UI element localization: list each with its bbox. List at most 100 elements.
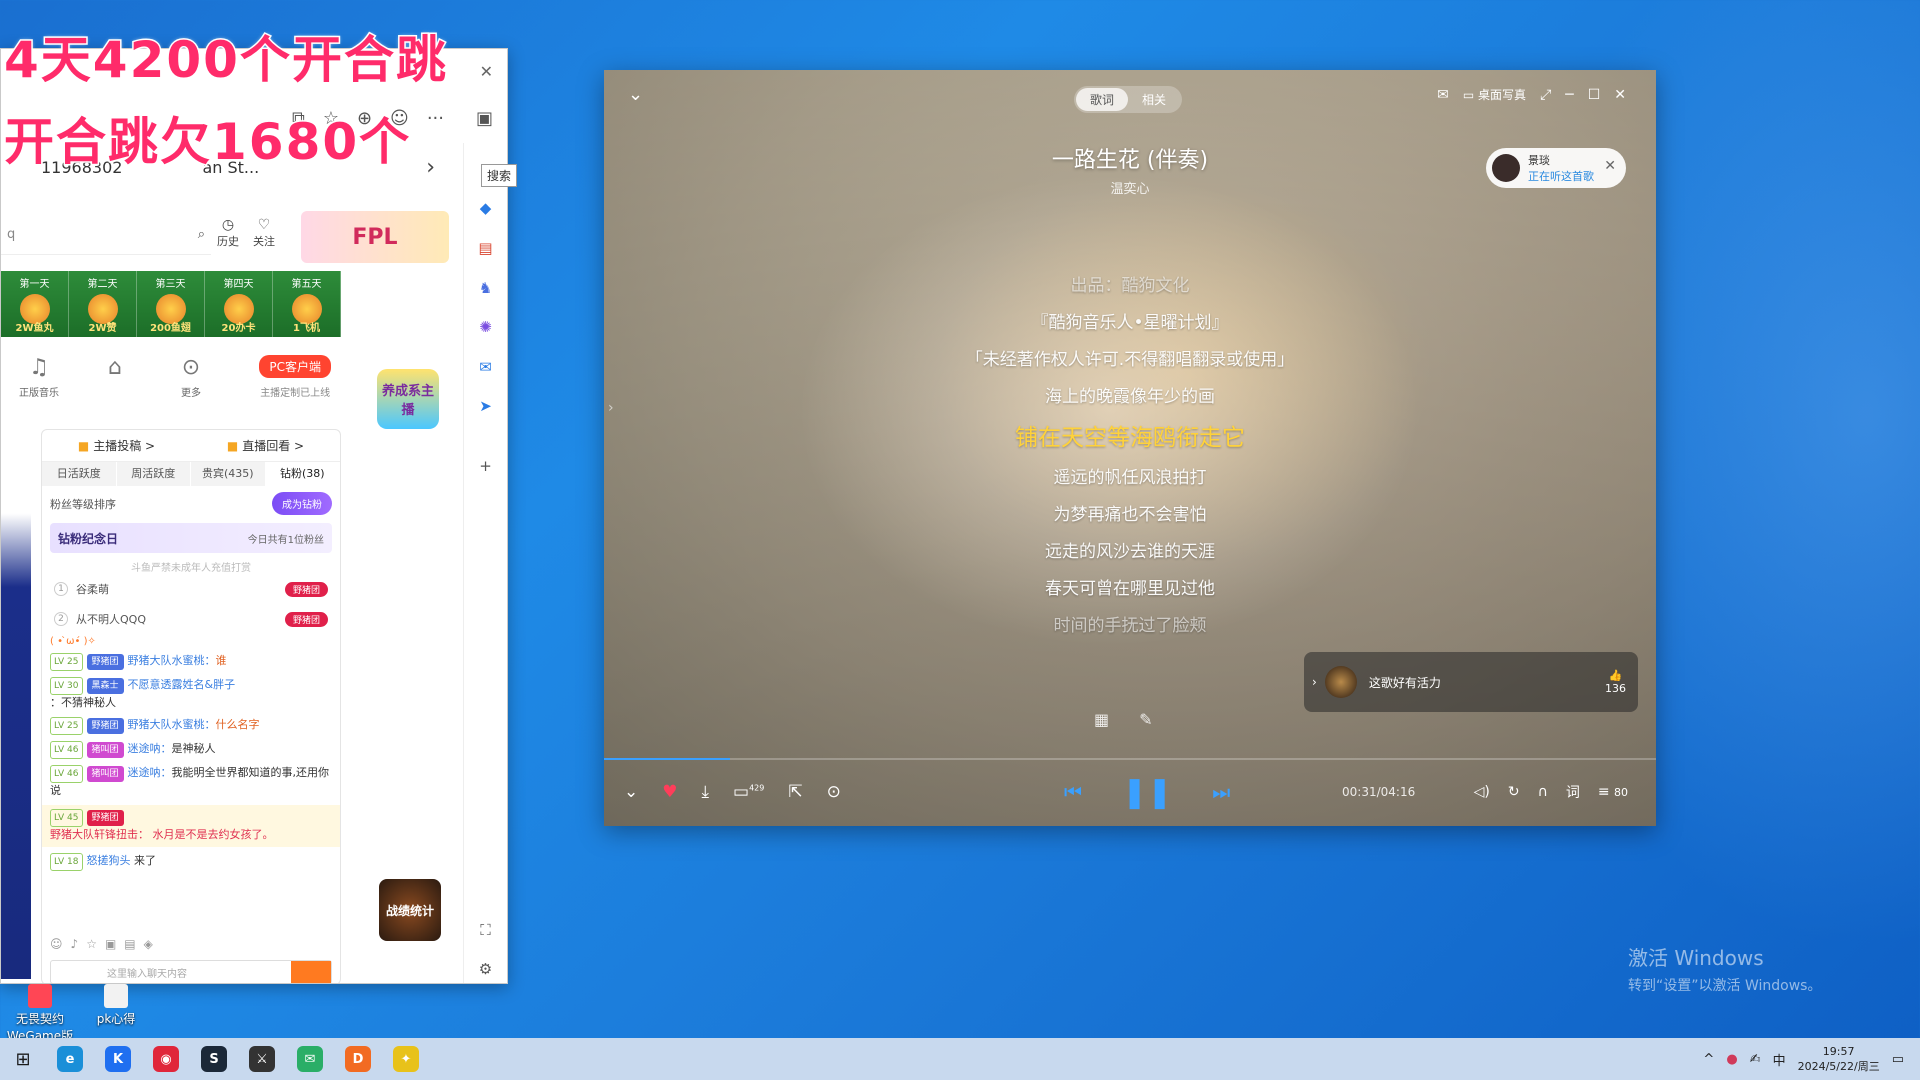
taskbar-app[interactable]: ✉	[286, 1038, 334, 1080]
toolbox-icon[interactable]: ▤	[472, 234, 500, 262]
pen-icon[interactable]: ✍	[1750, 1052, 1761, 1067]
volume-icon[interactable]: ◁)	[1474, 784, 1490, 800]
minimize-icon[interactable]: ─	[1565, 87, 1573, 103]
chevron-right-icon[interactable]: ›	[426, 155, 435, 180]
close-icon[interactable]: ✕	[1614, 87, 1626, 103]
more-icon[interactable]: ···	[427, 108, 444, 129]
lyric-line[interactable]: 遥远的帆任风浪拍打	[604, 460, 1656, 497]
taskbar-app[interactable]: ◉	[142, 1038, 190, 1080]
fan-sort-label[interactable]: 粉丝等级排序	[50, 496, 116, 512]
progress-bar[interactable]	[604, 758, 1656, 760]
image-icon[interactable]: ▣	[105, 937, 116, 951]
copilot-icon[interactable]: ✺	[472, 313, 500, 341]
chess-icon[interactable]: ♞	[472, 274, 500, 302]
checkin-day[interactable]: 第三天 200鱼翅	[137, 271, 205, 337]
tab-lyrics[interactable]: 歌词	[1076, 88, 1129, 111]
screenshot-icon[interactable]: ⛶	[472, 916, 500, 944]
lyric-line[interactable]: 为梦再痛也不会害怕	[604, 497, 1656, 534]
rank-item[interactable]: 2 从不明人QQQ 野猪团	[42, 604, 340, 634]
windows-start-icon[interactable]: ⊞	[0, 1038, 46, 1080]
comment-likes[interactable]: 👍 136	[1605, 669, 1626, 695]
more-icon[interactable]: ⊙	[827, 782, 841, 802]
next-icon[interactable]: ⏭	[1212, 780, 1230, 804]
lyric-line[interactable]: 春天可曾在哪里见过他	[604, 571, 1656, 608]
search-icon[interactable]: ⌕	[198, 227, 205, 242]
pc-client-button[interactable]: PC客户端	[259, 355, 331, 378]
outlook-icon[interactable]: ✉	[472, 353, 500, 381]
star-icon[interactable]: ☆	[86, 937, 97, 951]
chat-nick[interactable]: 迷途呐：	[128, 742, 172, 755]
notification-icon[interactable]: ▭	[1892, 1052, 1904, 1067]
lyric-line[interactable]: 「未经著作权人许可.不得翻唱翻录或使用」	[604, 342, 1656, 379]
taskbar-app[interactable]: ⚔	[238, 1038, 286, 1080]
playlist-button[interactable]: ≡ 80	[1598, 784, 1628, 800]
desktop-icon-pk[interactable]: pk心得	[76, 984, 156, 1027]
tab-vip[interactable]: 贵宾(435)	[191, 462, 266, 486]
mascot-banner[interactable]: 养成系主播	[377, 369, 439, 429]
tab-anchor-posts[interactable]: ■ 主播投稿 >	[78, 437, 155, 454]
emoji-icon[interactable]: ☺	[50, 937, 63, 951]
hot-comment-card[interactable]: › 这歌好有活力 👍 136	[1304, 652, 1638, 712]
send-button[interactable]	[291, 961, 331, 983]
lyric-line[interactable]: 远走的风沙去谁的天涯	[604, 534, 1656, 571]
close-icon[interactable]: ✕	[1604, 158, 1616, 174]
quick-music[interactable]: ♫ 正版音乐	[1, 355, 77, 399]
taskbar-app[interactable]: S	[190, 1038, 238, 1080]
send-icon[interactable]: ➤	[472, 393, 500, 421]
checkin-day[interactable]: 第四天 20办卡	[205, 271, 273, 337]
tab-diamond[interactable]: 钻粉(38)	[265, 462, 340, 486]
gift-icon[interactable]: ▤	[124, 937, 135, 951]
chat-nick[interactable]: 野猪大队水蜜桃：	[128, 718, 216, 731]
download-icon[interactable]: ⤓	[702, 782, 710, 802]
taskbar-app[interactable]: K	[94, 1038, 142, 1080]
chat-nick[interactable]: 野猪大队水蜜桃：	[128, 654, 216, 667]
color-icon[interactable]: ◈	[144, 937, 153, 951]
desktop-icon-valorant[interactable]: 无畏契约 WeGame版	[0, 984, 80, 1044]
chat-nick[interactable]: 不愿意透露姓名&胖子	[128, 678, 236, 691]
pause-icon[interactable]: ❚❚	[1122, 775, 1172, 810]
chat-nick[interactable]: 迷途呐：	[128, 766, 172, 779]
lyric-line[interactable]: 时间的手抚过了脸颊	[604, 608, 1656, 645]
checkin-day[interactable]: 第五天 1飞机	[273, 271, 341, 337]
film-icon[interactable]: ▦	[1094, 710, 1109, 729]
add-icon[interactable]: +	[472, 452, 500, 480]
taskbar-app[interactable]: ✦	[382, 1038, 430, 1080]
tab-weekly[interactable]: 周活跃度	[116, 462, 191, 486]
pen-icon[interactable]: ✎	[1139, 710, 1152, 729]
desktop-lyrics-button[interactable]: ▭ 桌面写真	[1463, 86, 1526, 103]
clock[interactable]: 19:57 2024/5/22/周三	[1798, 1044, 1880, 1074]
tab-daily[interactable]: 日活跃度	[42, 462, 117, 486]
fullscreen-icon[interactable]: ⤢	[1540, 87, 1551, 103]
sidebar-toggle-icon[interactable]: ▣	[476, 108, 493, 129]
tab-related[interactable]: 相关	[1128, 88, 1180, 111]
ime-indicator[interactable]: 中	[1773, 1050, 1786, 1069]
checkin-day[interactable]: 第二天 2W赞	[69, 271, 137, 337]
quick-more[interactable]: ⊙ 更多	[153, 355, 229, 399]
current-lyric-line[interactable]: 铺在天空等海鸥衔走它	[604, 416, 1656, 460]
lyric-line[interactable]: 海上的晚霞像年少的画	[604, 379, 1656, 416]
settings-icon[interactable]: ⚙	[472, 955, 500, 983]
room-search[interactable]: q ⌕	[1, 215, 211, 255]
maximize-icon[interactable]: ☐	[1588, 87, 1601, 103]
like-heart-icon[interactable]: ♥	[662, 782, 677, 802]
war-record-badge[interactable]: 战绩统计	[379, 879, 441, 941]
chevron-up-icon[interactable]: ^	[1703, 1052, 1714, 1067]
tray-app-icon[interactable]: ●	[1726, 1052, 1737, 1067]
checkin-days-banner[interactable]: 第一天 2W鱼丸 第二天 2W赞 第三天 200鱼翅 第四天 20办卡 第五天 1飞机	[1, 271, 341, 337]
chat-nick[interactable]: 怒搓狗头	[87, 854, 131, 867]
previous-icon[interactable]: ⏮	[1064, 780, 1082, 804]
lyric-line[interactable]: 『酷狗音乐人•星曜计划』	[604, 305, 1656, 342]
chevron-down-icon[interactable]: ⌄	[628, 84, 643, 105]
taskbar-app[interactable]: D	[334, 1038, 382, 1080]
anniversary-bar[interactable]: 钻粉纪念日 今日共有1位粉丝	[50, 523, 332, 553]
history-button[interactable]: ◷ 历史	[217, 217, 239, 249]
listener-card[interactable]: 景琰 正在听这首歌 ✕	[1486, 148, 1626, 188]
close-icon[interactable]: ✕	[480, 62, 493, 81]
comment-icon[interactable]: ▭429	[733, 782, 764, 802]
lyric-line[interactable]: 出品：酷狗文化	[604, 268, 1656, 305]
horn-icon[interactable]: ♪	[71, 937, 79, 951]
loop-icon[interactable]: ↻	[1508, 784, 1520, 800]
tag-icon[interactable]: ◆	[472, 195, 500, 223]
chevron-down-icon[interactable]: ⌄	[624, 782, 638, 802]
mail-icon[interactable]: ✉	[1437, 87, 1449, 103]
